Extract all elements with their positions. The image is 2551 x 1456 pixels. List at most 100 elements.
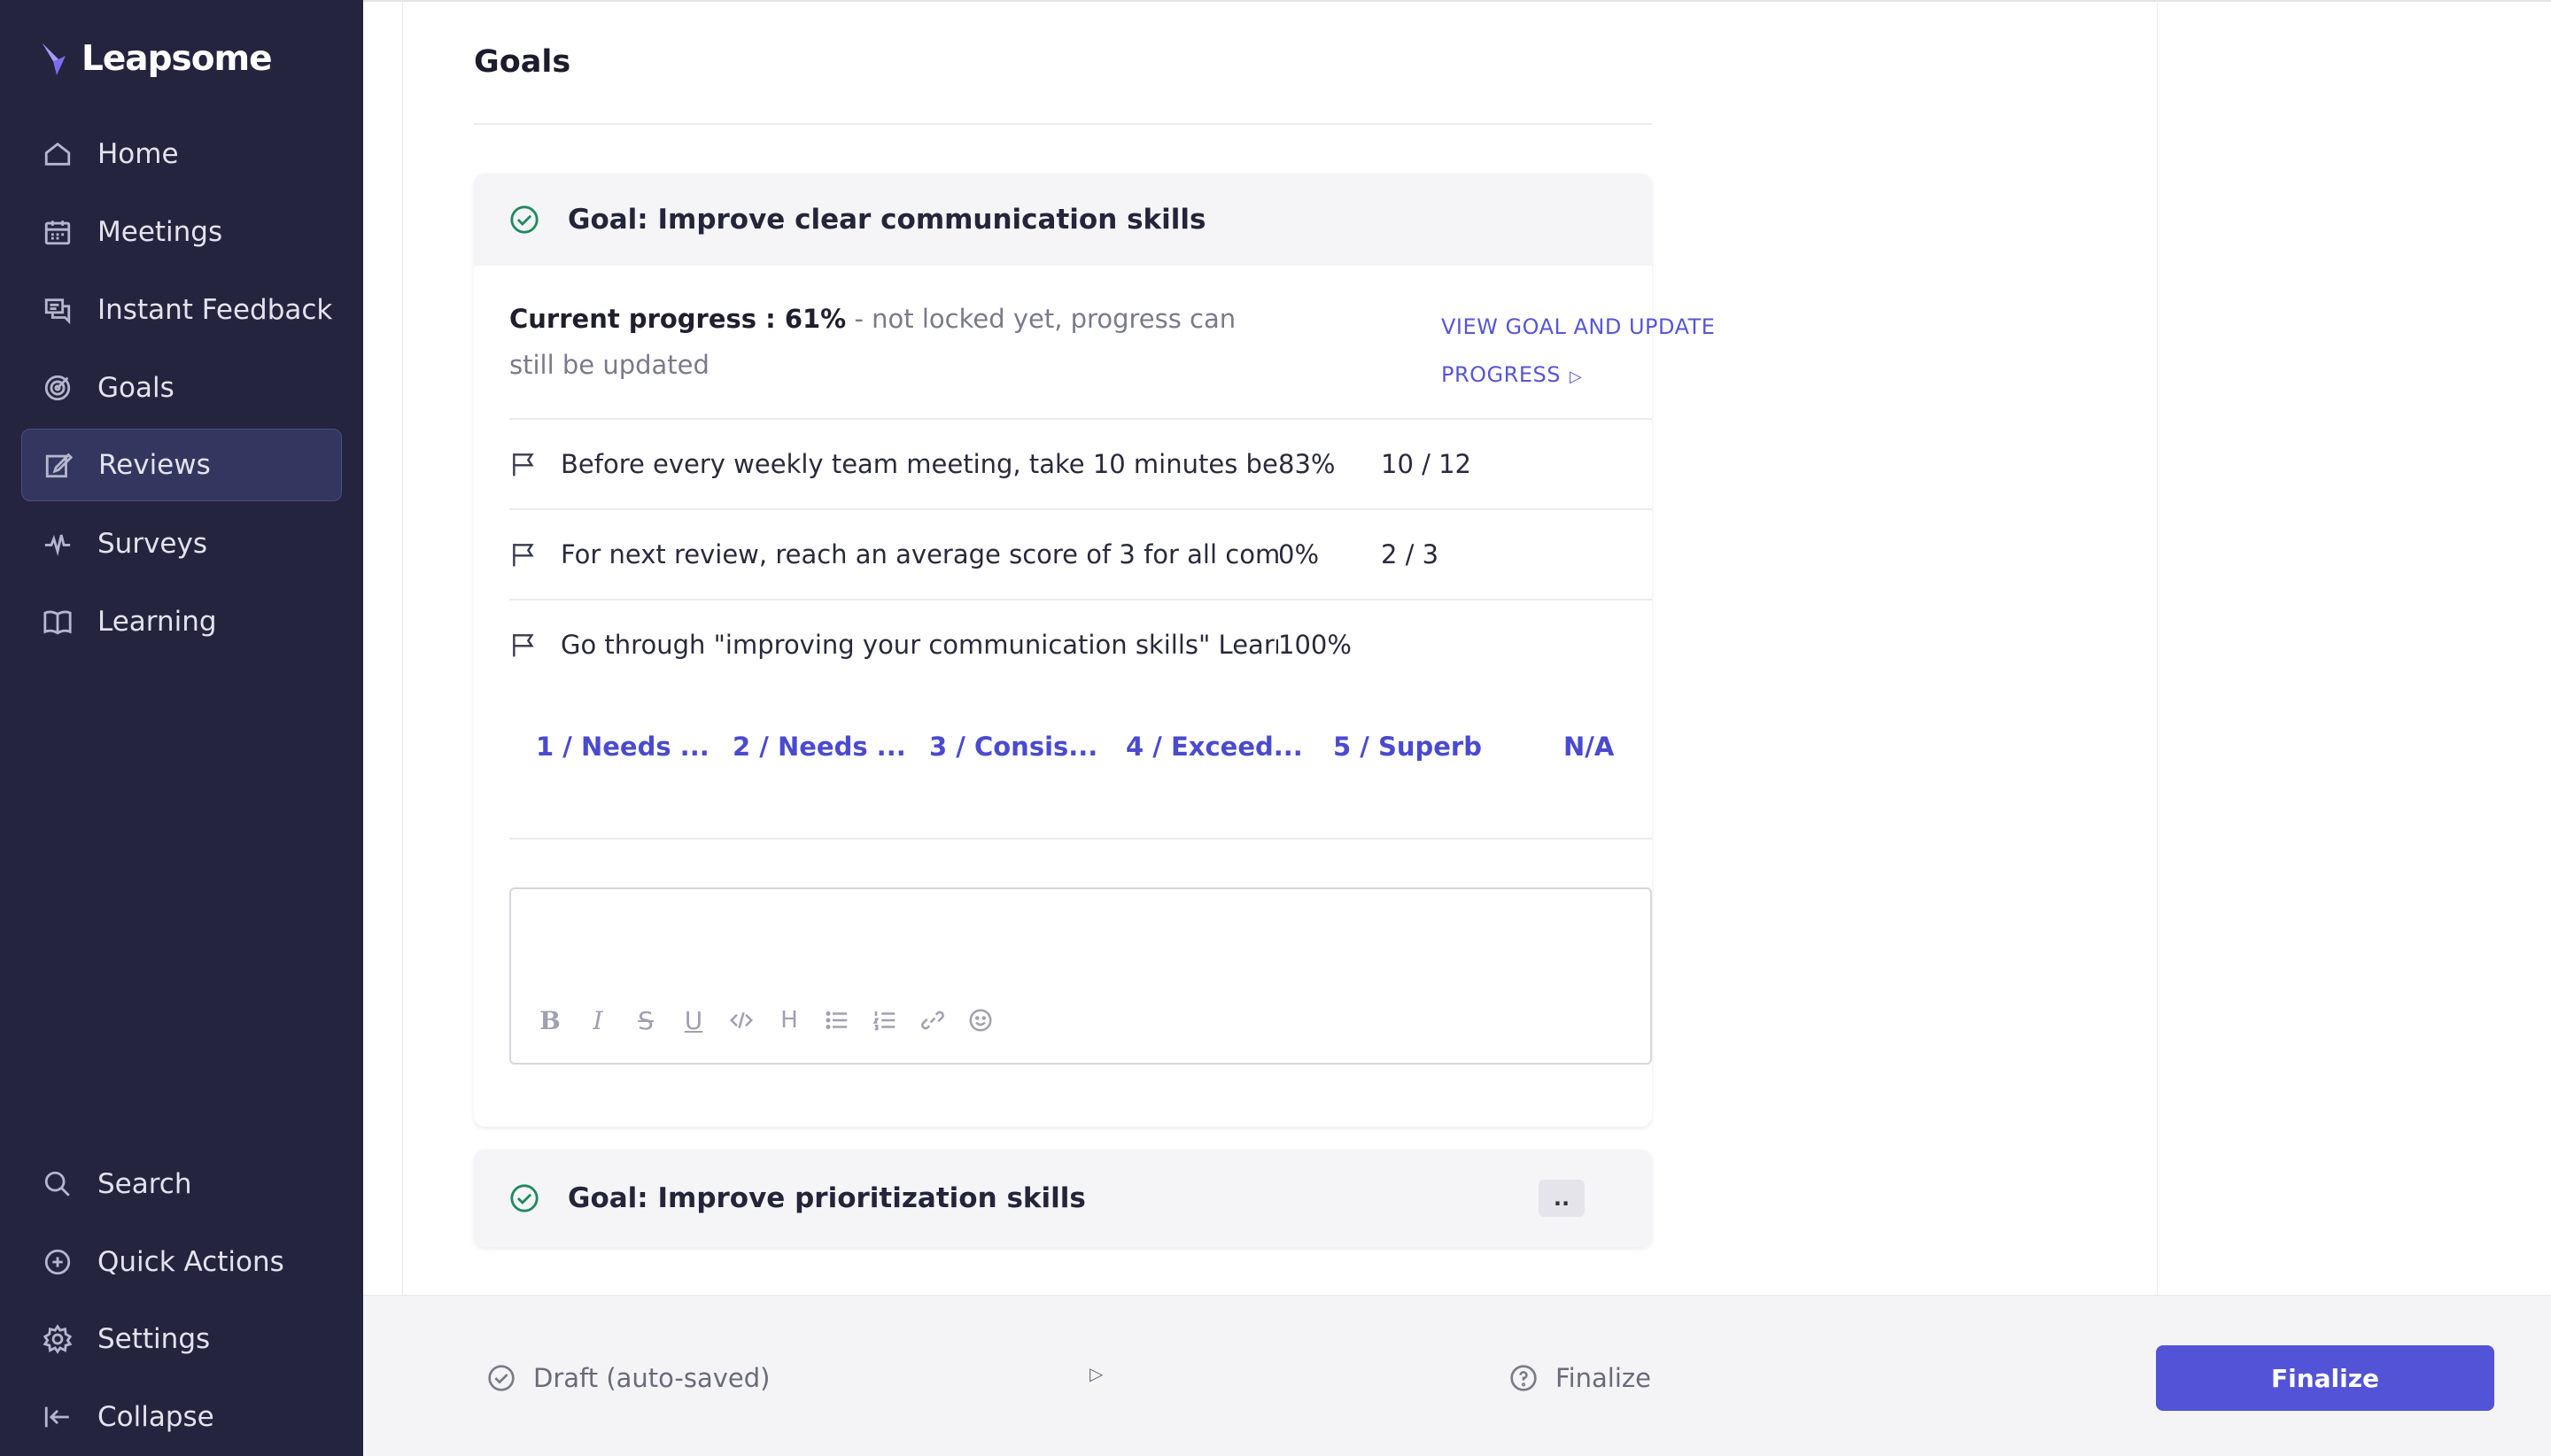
review-form-panel: Goals Goal: Improve clear communication … bbox=[402, 2, 2158, 1297]
sidebar-item-label: Goals bbox=[97, 372, 174, 404]
draft-status[interactable]: Draft (auto-saved) bbox=[487, 1363, 771, 1393]
code-icon[interactable] bbox=[725, 1004, 757, 1036]
goal-card: Goal: Improve clear communication skills… bbox=[474, 174, 1715, 1127]
sidebar-item-label: Collapse bbox=[97, 1401, 214, 1433]
editor-toolbar: B I S U H bbox=[534, 1004, 996, 1036]
flag-icon bbox=[513, 544, 534, 567]
target-icon bbox=[43, 373, 73, 403]
app-name: Leapsome bbox=[81, 39, 273, 79]
right-gutter bbox=[2158, 2, 2551, 1297]
goal-title: Goal: Improve prioritization skills bbox=[568, 1182, 1086, 1214]
key-result-row[interactable]: Before every weekly team meeting, take 1… bbox=[509, 420, 1687, 508]
help-circle-icon bbox=[1510, 1365, 1537, 1391]
sidebar-item-label: Meetings bbox=[97, 216, 223, 248]
key-result-percent: 100% bbox=[1278, 630, 1352, 660]
sidebar-item-label: Learning bbox=[97, 606, 217, 638]
book-icon bbox=[43, 607, 73, 637]
calendar-icon bbox=[43, 217, 73, 247]
key-result-row[interactable]: For next review, reach an average score … bbox=[509, 510, 1687, 599]
sidebar-item-label: Instant Feedback bbox=[97, 294, 333, 326]
sidebar-item-reviews[interactable]: Reviews bbox=[21, 429, 342, 501]
goal-card: Goal: Improve prioritization skills .. bbox=[474, 1150, 1652, 1247]
main-content: Goals Goal: Improve clear communication … bbox=[363, 0, 2551, 1297]
bold-icon[interactable]: B bbox=[534, 1004, 566, 1036]
comment-editor[interactable]: B I S U H bbox=[509, 887, 1652, 1065]
draft-status-label: Draft (auto-saved) bbox=[533, 1363, 771, 1393]
goal-progress-text: Current progress : 61% - not locked yet,… bbox=[509, 296, 1271, 388]
sidebar-item-label: Quick Actions bbox=[97, 1246, 284, 1278]
leapsome-logo-icon bbox=[43, 43, 66, 75]
flag-icon bbox=[513, 634, 534, 657]
review-form-column: Goals Goal: Improve clear communication … bbox=[402, 2, 2158, 1297]
check-circle-icon bbox=[488, 1365, 515, 1391]
view-goal-link[interactable]: VIEW GOAL AND UPDATE PROGRESS ▷ bbox=[1441, 303, 1733, 401]
goal-header[interactable]: Goal: Improve prioritization skills bbox=[474, 1150, 1652, 1247]
current-progress-label: Current progress : 61% bbox=[509, 304, 847, 334]
sidebar: Leapsome Home Meetings Instant Feedback … bbox=[0, 0, 363, 1456]
step-arrow-icon: ▷ bbox=[1089, 1363, 1104, 1384]
divider bbox=[509, 838, 1652, 840]
key-result-text: Go through "improving your communication… bbox=[561, 630, 1278, 660]
goal-header[interactable]: Goal: Improve clear communication skills bbox=[474, 174, 1652, 266]
sidebar-item-search[interactable]: Search bbox=[21, 1148, 342, 1220]
sidebar-item-label: Settings bbox=[97, 1323, 211, 1355]
italic-icon[interactable]: I bbox=[582, 1004, 614, 1036]
heading-icon[interactable]: H bbox=[773, 1004, 805, 1036]
emoji-icon[interactable] bbox=[965, 1004, 996, 1036]
section-title: Goals bbox=[474, 44, 571, 80]
view-goal-link-line2: PROGRESS bbox=[1441, 362, 1561, 387]
check-circle-icon bbox=[510, 1184, 539, 1212]
gear-icon bbox=[43, 1324, 73, 1354]
underline-icon[interactable]: U bbox=[678, 1004, 709, 1036]
rating-option-5[interactable]: 5 / Superb bbox=[1333, 732, 1482, 762]
sidebar-item-goals[interactable]: Goals bbox=[21, 352, 342, 424]
check-circle-icon bbox=[510, 205, 539, 234]
sidebar-item-instant-feedback[interactable]: Instant Feedback bbox=[21, 274, 342, 346]
rating-option-2[interactable]: 2 / Needs ... bbox=[733, 732, 906, 762]
rating-options: 1 / Needs ... 2 / Needs ... 3 / Consis..… bbox=[509, 732, 1687, 785]
view-goal-link-line1: VIEW GOAL AND UPDATE bbox=[1441, 314, 1716, 339]
key-result-text: Before every weekly team meeting, take 1… bbox=[561, 449, 1278, 479]
key-result-ratio: 10 / 12 bbox=[1381, 449, 1472, 479]
search-icon bbox=[43, 1169, 73, 1199]
home-icon bbox=[43, 139, 73, 169]
rating-option-4[interactable]: 4 / Exceed... bbox=[1126, 732, 1303, 762]
edit-icon bbox=[43, 450, 74, 480]
key-result-row[interactable]: Go through "improving your communication… bbox=[509, 600, 1687, 689]
key-result-text: For next review, reach an average score … bbox=[561, 539, 1278, 569]
plus-circle-icon bbox=[43, 1247, 73, 1277]
strikethrough-icon[interactable]: S bbox=[630, 1004, 662, 1036]
finalize-button[interactable]: Finalize bbox=[2156, 1345, 2494, 1411]
sidebar-item-label: Home bbox=[97, 138, 179, 170]
sidebar-item-learning[interactable]: Learning bbox=[21, 585, 342, 658]
pulse-icon bbox=[43, 529, 73, 559]
logo[interactable]: Leapsome bbox=[39, 39, 273, 79]
key-result-ratio: 2 / 3 bbox=[1381, 539, 1439, 569]
sidebar-item-label: Reviews bbox=[98, 449, 211, 481]
rating-option-na[interactable]: N/A bbox=[1563, 732, 1614, 762]
collapse-icon bbox=[43, 1402, 73, 1432]
sidebar-item-home[interactable]: Home bbox=[21, 118, 342, 190]
divider bbox=[474, 123, 1652, 125]
goal-title: Goal: Improve clear communication skills bbox=[568, 204, 1206, 236]
more-options-button[interactable]: .. bbox=[1539, 1180, 1585, 1217]
link-icon[interactable] bbox=[917, 1004, 949, 1036]
finalize-step-label: Finalize bbox=[1555, 1363, 1651, 1393]
caret-right-icon: ▷ bbox=[1569, 368, 1583, 386]
rating-option-3[interactable]: 3 / Consis... bbox=[929, 732, 1097, 762]
sidebar-item-label: Search bbox=[97, 1168, 192, 1200]
sidebar-item-collapse[interactable]: Collapse bbox=[21, 1381, 342, 1453]
sidebar-item-meetings[interactable]: Meetings bbox=[21, 196, 342, 268]
key-result-percent: 83% bbox=[1278, 449, 1336, 479]
sidebar-item-label: Surveys bbox=[97, 528, 207, 560]
footer-bar: Draft (auto-saved) ▷ Finalize Finalize bbox=[363, 1295, 2551, 1456]
rating-option-1[interactable]: 1 / Needs ... bbox=[536, 732, 709, 762]
bullet-list-icon[interactable] bbox=[821, 1004, 853, 1036]
sidebar-item-quick-actions[interactable]: Quick Actions bbox=[21, 1226, 342, 1298]
numbered-list-icon[interactable] bbox=[869, 1004, 901, 1036]
sidebar-item-settings[interactable]: Settings bbox=[21, 1303, 342, 1375]
sidebar-item-surveys[interactable]: Surveys bbox=[21, 507, 342, 580]
key-result-percent: 0% bbox=[1278, 539, 1320, 569]
finalize-step[interactable]: Finalize bbox=[1509, 1363, 1651, 1393]
flag-icon bbox=[513, 453, 534, 476]
